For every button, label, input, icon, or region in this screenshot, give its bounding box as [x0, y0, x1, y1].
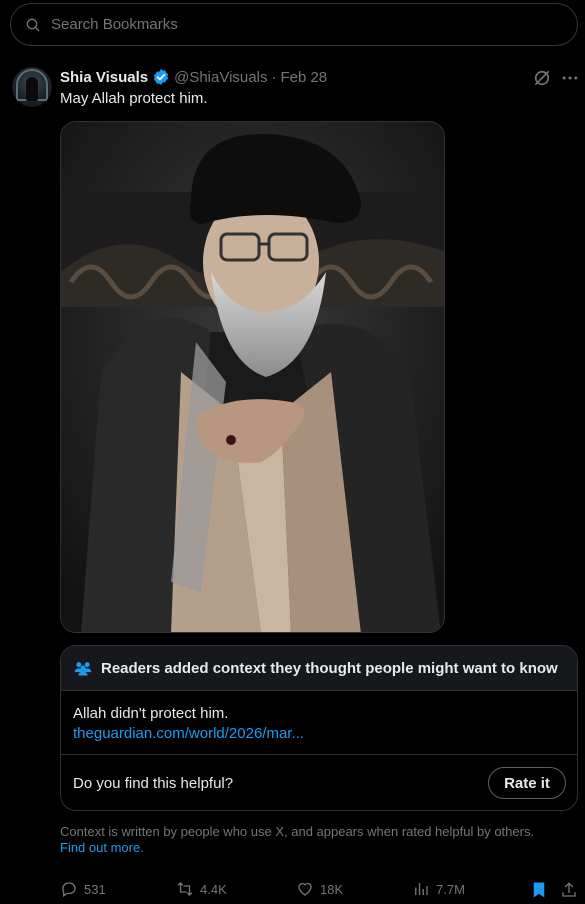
- people-icon: [74, 662, 92, 676]
- community-note-body: Allah didn't protect him. theguardian.co…: [73, 704, 304, 744]
- photo-image: [61, 122, 444, 632]
- tweet-text: May Allah protect him.: [60, 90, 208, 107]
- find-out-more-link[interactable]: Find out more.: [60, 840, 570, 856]
- note-text: Allah didn't protect him.: [73, 705, 229, 722]
- separator-dot: ·: [271, 68, 277, 86]
- tweet-date[interactable]: Feb 28: [280, 69, 327, 86]
- bookmark-icon[interactable]: [530, 880, 548, 900]
- grok-icon[interactable]: [532, 68, 552, 88]
- like-count: 18K: [320, 881, 344, 897]
- verified-badge-icon: [153, 69, 169, 85]
- search-input[interactable]: [49, 15, 533, 34]
- share-icon[interactable]: [560, 880, 578, 900]
- rate-it-button[interactable]: Rate it: [488, 767, 566, 799]
- community-note-header: Readers added context they thought peopl…: [61, 646, 577, 691]
- community-note: Readers added context they thought peopl…: [60, 645, 578, 811]
- community-note-title: Readers added context they thought peopl…: [101, 659, 558, 677]
- tweet-header: Shia Visuals @ShiaVisuals · Feb 28: [60, 66, 327, 88]
- divider: [61, 754, 577, 755]
- author-handle[interactable]: @ShiaVisuals: [174, 69, 267, 86]
- context-text: Context is written by people who use X, …: [60, 824, 535, 839]
- views-button[interactable]: 7.7M: [412, 880, 465, 898]
- search-bar[interactable]: [10, 3, 578, 46]
- like-button[interactable]: 18K: [296, 880, 343, 898]
- more-options-icon[interactable]: [560, 68, 580, 88]
- tweet-photo[interactable]: [60, 121, 445, 633]
- context-disclaimer: Context is written by people who use X, …: [60, 824, 570, 856]
- action-bar: 531 4.4K 18K 7.7M: [60, 878, 580, 902]
- repost-icon: [177, 882, 193, 896]
- search-icon: [26, 18, 40, 31]
- repost-button[interactable]: 4.4K: [176, 880, 227, 898]
- heart-icon: [298, 882, 312, 896]
- reply-icon: [62, 882, 76, 898]
- reply-button[interactable]: 531: [60, 880, 106, 898]
- note-source-link[interactable]: theguardian.com/world/2026/mar...: [73, 724, 304, 744]
- repost-count: 4.4K: [200, 881, 227, 897]
- view-count: 7.7M: [436, 881, 465, 897]
- helpful-question: Do you find this helpful?: [73, 775, 234, 792]
- author-name[interactable]: Shia Visuals: [60, 69, 148, 86]
- reply-count: 531: [84, 881, 106, 897]
- avatar[interactable]: [12, 67, 52, 107]
- views-icon: [415, 883, 428, 895]
